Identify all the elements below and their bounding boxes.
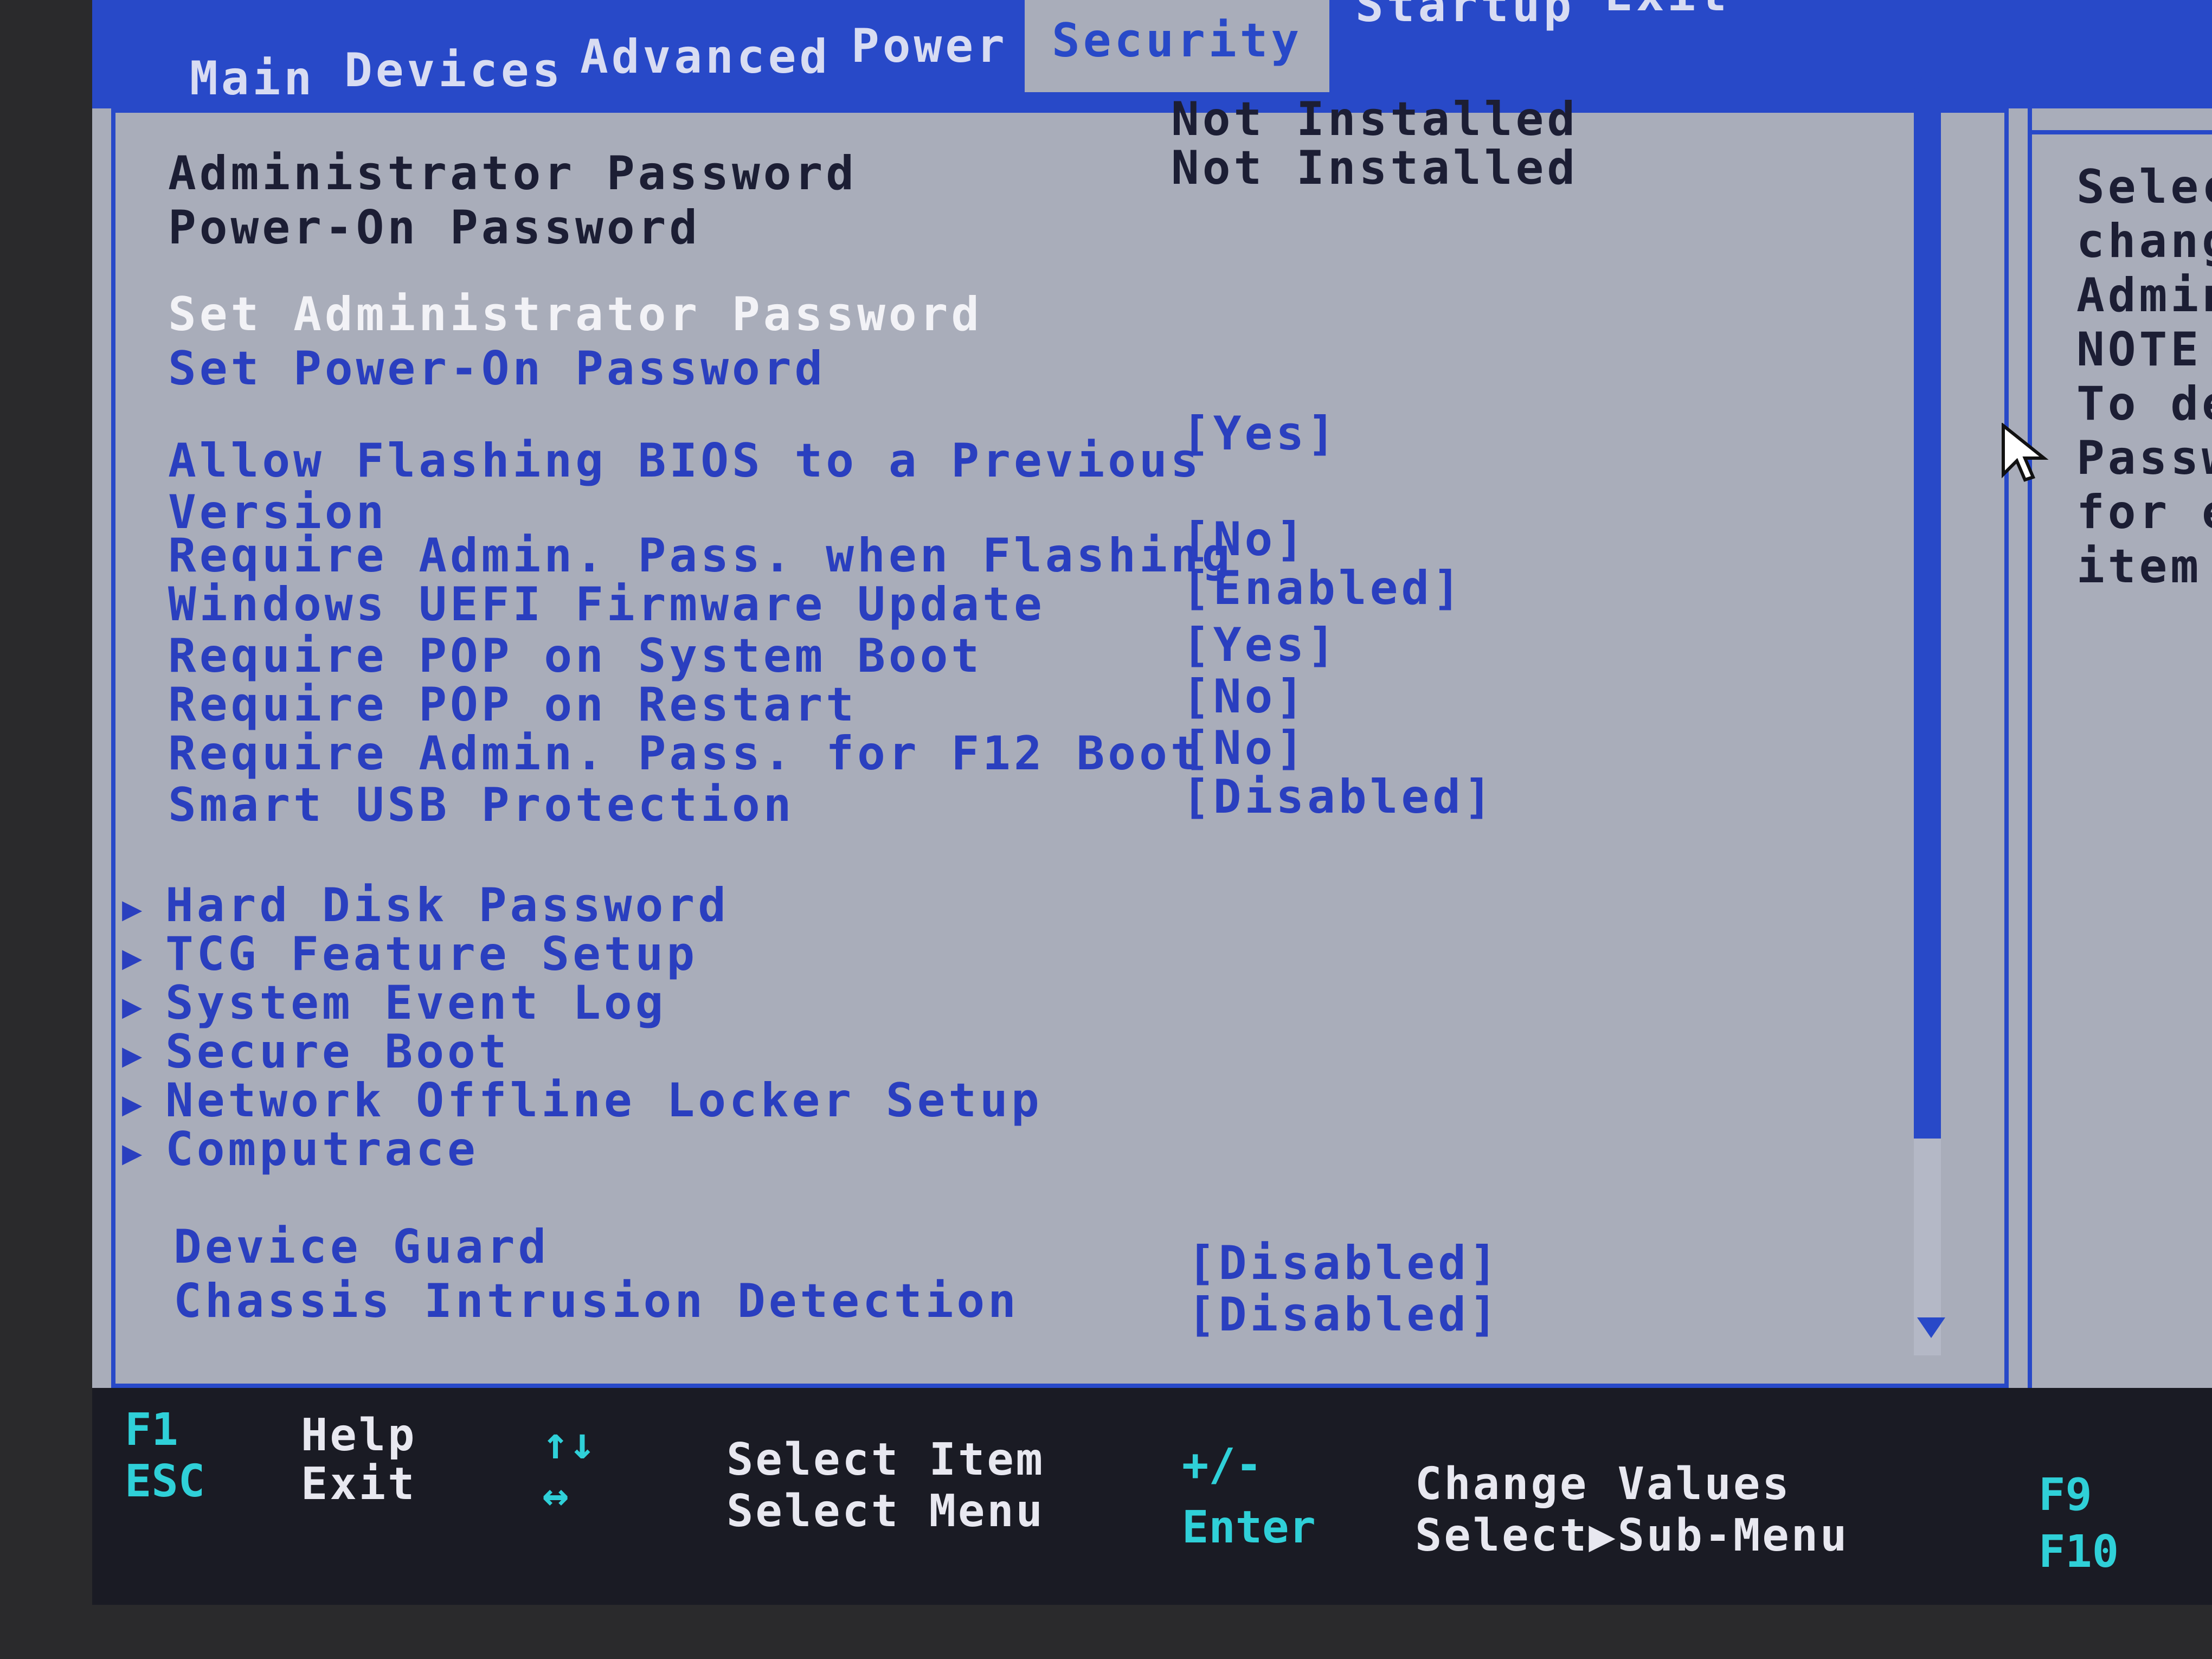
submenu-arrow-icon: ▶ xyxy=(122,1133,146,1173)
tab-security[interactable]: Security xyxy=(1025,0,1330,92)
help-line: Adminis xyxy=(2076,268,2212,323)
tab-advanced[interactable]: Advanced xyxy=(580,30,831,84)
setting-value-chassis-intrusion[interactable]: [Disabled] xyxy=(1187,1288,1501,1342)
submenu-network-offline-locker[interactable]: ▶ Network Offline Locker Setup xyxy=(122,1073,1043,1128)
bios-screen: Main Devices Advanced Power Security Sta… xyxy=(92,0,2212,1605)
submenu-arrow-icon: ▶ xyxy=(122,986,146,1026)
key-updown-desc: Select Item xyxy=(726,1434,1045,1486)
tab-devices[interactable]: Devices xyxy=(344,43,563,98)
admin-password-label: Administrator Password xyxy=(168,146,858,201)
help-line: To dele xyxy=(2076,377,2212,431)
poweron-password-label: Power-On Password xyxy=(168,201,701,255)
setting-value-uefi-update[interactable]: [Enabled] xyxy=(1182,561,1464,615)
tab-startup[interactable]: Startup xyxy=(1355,0,1574,33)
help-line: Passwor xyxy=(2076,431,2212,485)
mouse-pointer-icon xyxy=(2002,423,2049,482)
key-esc-desc: Exit xyxy=(301,1458,417,1510)
key-enter-desc: Select▶Sub-Menu xyxy=(1415,1510,1849,1561)
setting-label-allow-flashing[interactable]: Allow Flashing BIOS to a Previous xyxy=(168,434,1202,488)
scroll-up-arrow-icon[interactable] xyxy=(1913,70,1941,91)
key-leftright-desc: Select Menu xyxy=(726,1486,1045,1537)
set-poweron-password-item[interactable]: Set Power-On Password xyxy=(168,342,826,396)
submenu-arrow-icon: ▶ xyxy=(122,937,146,978)
submenu-tcg-feature-setup[interactable]: ▶ TCG Feature Setup xyxy=(122,927,698,981)
setting-value-pop-system-boot[interactable]: [Yes] xyxy=(1182,618,1339,672)
setting-label-pop-restart[interactable]: Require POP on Restart xyxy=(168,678,857,732)
help-line: item. xyxy=(2076,539,2212,594)
admin-password-status: Not Installed xyxy=(1171,92,1579,146)
setting-label-smart-usb[interactable]: Smart USB Protection xyxy=(168,778,795,832)
key-f1-desc: Help xyxy=(301,1410,417,1461)
setting-label-chassis-intrusion[interactable]: Chassis Intrusion Detection xyxy=(173,1274,1019,1328)
scroll-thumb[interactable] xyxy=(1914,108,1941,1139)
footer-keybar: F1 Help ESC Exit ↑↓ Select Item ↔ Select… xyxy=(92,1388,2212,1605)
submenu-arrow-icon: ▶ xyxy=(122,1084,146,1124)
poweron-password-status: Not Installed xyxy=(1171,141,1579,195)
setting-value-allow-flashing[interactable]: [Yes] xyxy=(1182,407,1339,461)
tab-main[interactable]: Main xyxy=(190,52,315,106)
key-plusminus: +/- xyxy=(1182,1439,1263,1491)
key-enter: Enter xyxy=(1182,1502,1316,1553)
setting-label-uefi-update[interactable]: Windows UEFI Firmware Update xyxy=(168,577,1045,632)
key-f1: F1 xyxy=(125,1404,178,1456)
submenu-secure-boot[interactable]: ▶ Secure Boot xyxy=(122,1025,510,1079)
help-line: Select xyxy=(2076,160,2212,214)
submenu-hard-disk-password[interactable]: ▶ Hard Disk Password xyxy=(122,878,729,933)
key-f9: F9 xyxy=(2039,1469,2092,1521)
key-updown: ↑↓ xyxy=(542,1418,596,1469)
submenu-system-event-log[interactable]: ▶ System Event Log xyxy=(122,976,666,1030)
submenu-arrow-icon: ▶ xyxy=(122,889,146,929)
key-esc: ESC xyxy=(125,1456,205,1507)
setting-label-admin-pass-f12[interactable]: Require Admin. Pass. for F12 Boot xyxy=(168,726,1202,781)
key-plusminus-desc: Change Values xyxy=(1415,1458,1791,1510)
setting-value-admin-pass-f12[interactable]: [No] xyxy=(1182,721,1307,775)
help-line: change, xyxy=(2076,214,2212,268)
setting-value-smart-usb[interactable]: [Disabled] xyxy=(1182,770,1495,824)
submenu-computrace[interactable]: ▶ Computrace xyxy=(122,1122,479,1176)
help-line: NOTE: xyxy=(2076,323,2212,377)
menu-bar: Main Devices Advanced Power Security Sta… xyxy=(92,0,2212,108)
setting-label-admin-pass-flashing[interactable]: Require Admin. Pass. when Flashing xyxy=(168,529,1233,583)
key-leftright: ↔ xyxy=(542,1469,569,1521)
setting-value-device-guard[interactable]: [Disabled] xyxy=(1187,1236,1501,1290)
scrollbar[interactable] xyxy=(1908,70,1945,1355)
setting-label-pop-system-boot[interactable]: Require POP on System Boot xyxy=(168,629,982,683)
tab-exit[interactable]: Exit xyxy=(1605,0,1730,22)
setting-label-device-guard[interactable]: Device Guard xyxy=(173,1220,549,1274)
setting-value-pop-restart[interactable]: [No] xyxy=(1182,670,1307,724)
key-f10: F10 xyxy=(2039,1526,2119,1578)
scroll-down-arrow-icon[interactable] xyxy=(1917,1317,1945,1338)
submenu-arrow-icon: ▶ xyxy=(122,1035,146,1075)
tab-power[interactable]: Power xyxy=(851,19,1008,73)
set-admin-password-item[interactable]: Set Administrator Password xyxy=(168,287,982,342)
help-line: for eac xyxy=(2076,485,2212,539)
setting-value-admin-pass-flashing[interactable]: [No] xyxy=(1182,512,1307,567)
